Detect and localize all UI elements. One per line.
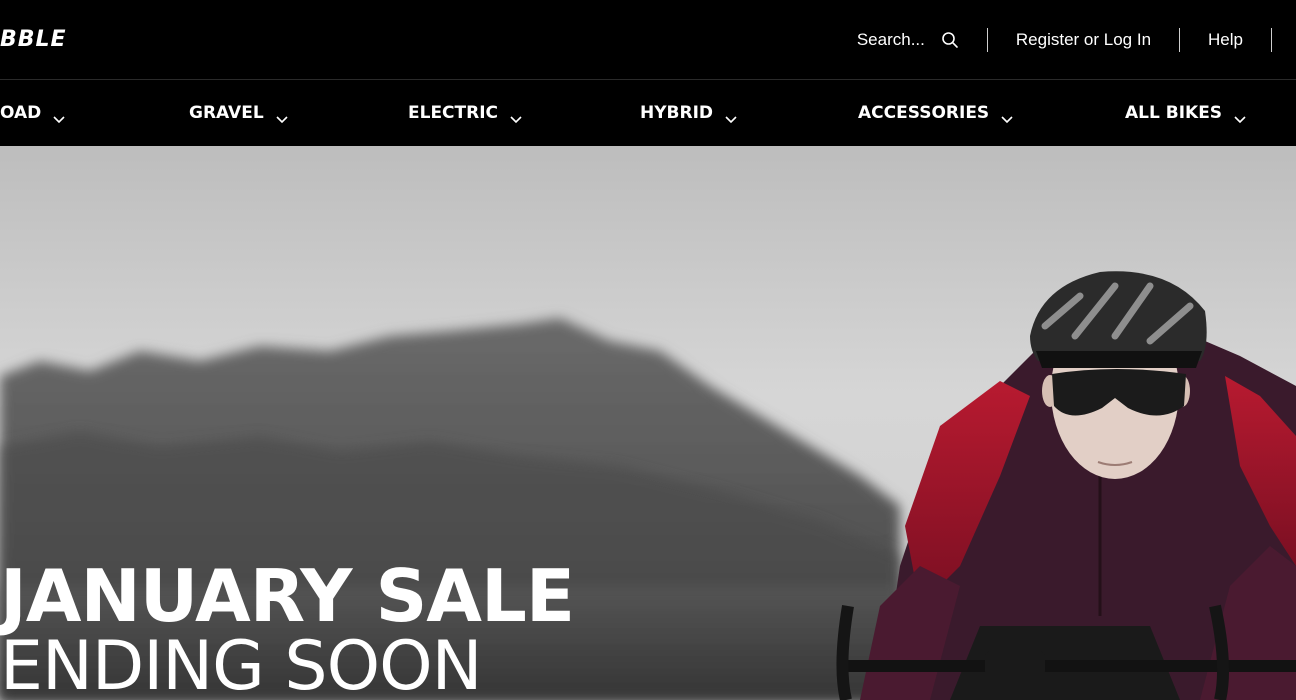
help-link[interactable]: Help [1180, 30, 1271, 50]
search-label: Search... [856, 30, 925, 49]
header-divider [1271, 28, 1272, 52]
search-trigger[interactable]: Search... [857, 30, 987, 50]
chevron-down-icon [725, 109, 737, 124]
chevron-down-icon [276, 109, 288, 124]
register-login-link[interactable]: Register or Log In [988, 30, 1179, 50]
chevron-down-icon [1001, 109, 1013, 124]
nav-item-electric[interactable]: ELECTRIC [408, 102, 522, 124]
nav-item-gravel[interactable]: GRAVEL [189, 102, 288, 124]
top-header: BBLE Search... Register or Log In Help [0, 0, 1296, 80]
main-nav: OAD GRAVEL ELECTRIC HYBRID ACCESSORIES A… [0, 80, 1296, 146]
nav-item-label: ELECTRIC [408, 103, 499, 123]
nav-item-label: ACCESSORIES [858, 103, 990, 123]
chevron-down-icon [510, 109, 522, 124]
nav-item-accessories[interactable]: ACCESSORIES [858, 102, 1013, 124]
brand-logo[interactable]: BBLE [0, 26, 67, 54]
chevron-down-icon [1234, 109, 1246, 124]
nav-item-all-bikes[interactable]: ALL BIKES [1125, 102, 1246, 124]
hero-banner[interactable]: JANUARY SALE ENDING SOON [0, 146, 1296, 700]
nav-item-hybrid[interactable]: HYBRID [640, 102, 737, 124]
search-icon[interactable] [941, 31, 959, 49]
nav-item-label: ALL BIKES [1125, 103, 1223, 123]
hero-subtitle: ENDING SOON [0, 627, 483, 700]
nav-item-label: GRAVEL [189, 103, 264, 123]
chevron-down-icon [53, 109, 65, 124]
header-links: Search... Register or Log In Help [857, 26, 1272, 54]
nav-item-road[interactable]: OAD [0, 102, 65, 124]
nav-item-label: HYBRID [640, 103, 714, 123]
nav-item-label: OAD [0, 103, 42, 123]
